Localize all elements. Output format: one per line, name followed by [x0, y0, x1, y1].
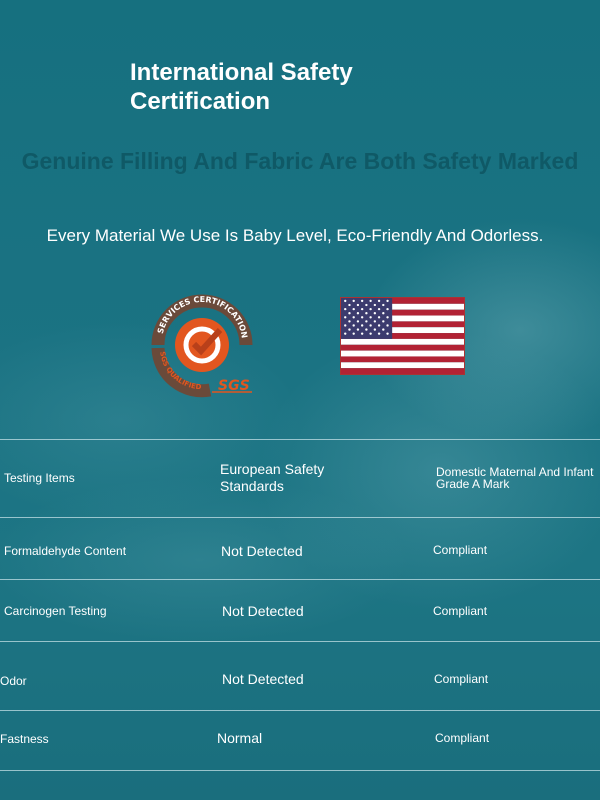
us-flag-icon	[340, 297, 465, 375]
table-divider	[0, 517, 600, 518]
page-title: International Safety Certification	[130, 59, 353, 115]
table-divider	[0, 579, 600, 580]
table-divider	[0, 641, 600, 642]
header-testing-items: Testing Items	[4, 471, 75, 485]
table-cell-european: Normal	[217, 730, 263, 746]
table-divider	[0, 770, 600, 771]
table-cell-european: Not Detected	[222, 671, 304, 687]
table-cell-domestic: Compliant	[434, 672, 489, 686]
table-cell-item: Formaldehyde Content	[4, 544, 127, 558]
table-cell-item: Carcinogen Testing	[4, 604, 107, 618]
header-domestic-grade: Domestic Maternal And Infant Grade A Mar…	[436, 465, 594, 491]
table-cell-european: Not Detected	[221, 543, 303, 559]
watermark-text: Genuine Filling And Fabric Are Both Safe…	[21, 148, 579, 174]
table-cell-item: Odor	[0, 674, 27, 688]
table-divider	[0, 439, 600, 440]
table-cell-domestic: Compliant	[433, 604, 488, 618]
table-cell-domestic: Compliant	[435, 731, 490, 745]
table-divider	[0, 710, 600, 711]
table-cell-european: Not Detected	[222, 603, 304, 619]
page-subtitle: Every Material We Use Is Baby Level, Eco…	[46, 226, 544, 245]
sgs-certification-logo: SERVICES CERTIFICATION SGS QUALIFIED SGS	[151, 294, 253, 398]
header-european-standards: European Safety Standards	[220, 461, 325, 494]
table-cell-item: Fastness	[0, 732, 49, 746]
table-cell-domestic: Compliant	[433, 543, 488, 557]
